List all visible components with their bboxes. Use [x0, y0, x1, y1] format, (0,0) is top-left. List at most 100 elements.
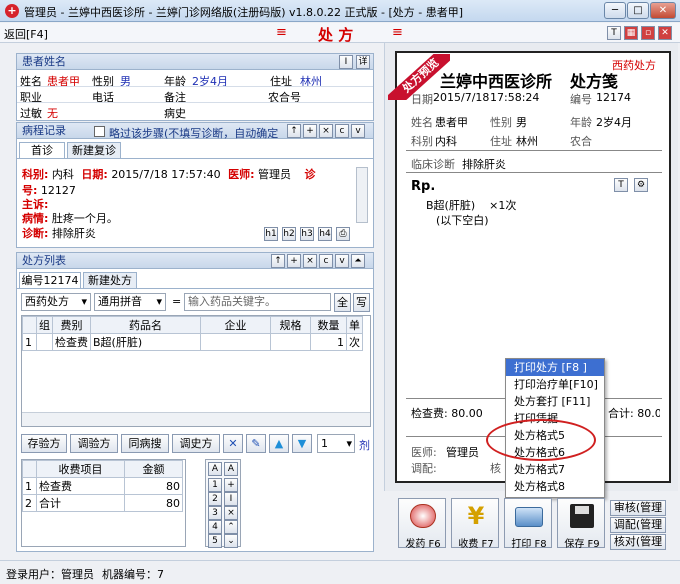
record-add-button[interactable]: +: [303, 124, 317, 138]
chevron-down-icon: ▾: [156, 295, 162, 308]
record-up-button[interactable]: ↑: [287, 124, 301, 138]
rx-header-label: 处方列表: [22, 254, 66, 267]
font-icon[interactable]: T: [607, 26, 621, 40]
chevron-down-icon: ▾: [81, 295, 87, 308]
table-row[interactable]: 2 合计 80: [22, 494, 183, 512]
save-button[interactable]: 保存 F9: [557, 498, 605, 550]
menu-print-rx[interactable]: 打印处方 [F8 ]: [506, 359, 604, 376]
col-group: 组: [36, 316, 53, 334]
menu-rx-overprint[interactable]: 处方套打 [F11]: [506, 393, 604, 410]
side-button-4[interactable]: 4: [208, 520, 222, 534]
page-title: 处 方: [318, 26, 354, 44]
move-up-icon[interactable]: ▲: [269, 434, 289, 453]
date-value: 2015/7/18 17:57:40: [111, 168, 221, 181]
side-plus-icon[interactable]: +: [224, 478, 238, 492]
drug-search-input[interactable]: 输入药品关键字。: [184, 293, 331, 311]
tab-new-revisit[interactable]: 新建复诊: [67, 142, 121, 158]
h1-icon[interactable]: h1: [264, 227, 278, 241]
edit-icon[interactable]: ✎: [246, 434, 266, 453]
side-bold-icon[interactable]: A: [208, 462, 222, 476]
all-button[interactable]: 全: [334, 293, 351, 312]
delete-icon[interactable]: ✕: [223, 434, 243, 453]
same-disease-button[interactable]: 同病搜: [121, 434, 169, 453]
cell-drug-name: B超(肝脏): [90, 333, 201, 351]
rx-copy-button[interactable]: c: [319, 254, 333, 268]
rx-grid-hscrollbar[interactable]: [22, 412, 370, 426]
grid-icon[interactable]: ▦: [624, 26, 638, 40]
record-delete-button[interactable]: ×: [319, 124, 333, 138]
preview-address: 林州: [516, 135, 538, 148]
side-italic-icon[interactable]: A: [224, 462, 238, 476]
skip-checkbox[interactable]: [94, 126, 105, 137]
rx-delete-button[interactable]: ×: [303, 254, 317, 268]
record-tab-divider: [17, 158, 373, 159]
menu-rx-format-7[interactable]: 处方格式7: [506, 461, 604, 478]
side-button-1[interactable]: 1: [208, 478, 222, 492]
rx-up-button[interactable]: ↑: [271, 254, 285, 268]
back-button[interactable]: 返回[F4]: [4, 26, 48, 42]
move-down-icon[interactable]: ▼: [292, 434, 312, 453]
side-close-icon[interactable]: ×: [224, 506, 238, 520]
preview-check-label: 核: [490, 462, 501, 475]
fee-cell-amount: 80: [124, 477, 183, 495]
save-template-button[interactable]: 存验方: [21, 434, 67, 453]
tab-first-visit[interactable]: 首诊: [19, 142, 65, 158]
review-button[interactable]: 审核(管理: [610, 500, 666, 516]
dispense-button[interactable]: 调配(管理: [610, 517, 666, 533]
title-deco-left: ≡: [276, 25, 287, 40]
side-up-icon[interactable]: ⌃: [224, 520, 238, 534]
preview-doctor: 管理员: [446, 446, 479, 459]
pinyin-select[interactable]: 通用拼音 ▾: [94, 293, 166, 311]
check-button[interactable]: 核对(管理: [610, 534, 666, 550]
load-template-button[interactable]: 调验方: [70, 434, 118, 453]
menu-print-treatment[interactable]: 打印治疗单[F10]: [506, 376, 604, 393]
rx-paste-button[interactable]: v: [335, 254, 349, 268]
charge-button[interactable]: ¥ 收费 F7: [451, 498, 499, 550]
illness-value: 肚疼一个月。: [51, 212, 118, 225]
history-rx-button[interactable]: 调史方: [172, 434, 220, 453]
minimize-button[interactable]: ─: [604, 2, 626, 19]
menu-rx-format-8[interactable]: 处方格式8: [506, 478, 604, 495]
toolbar: 返回[F4] ≡ 处 方 ≡ T ▦ ▫ ✕: [0, 23, 680, 44]
side-button-3[interactable]: 3: [208, 506, 222, 520]
send-drug-button[interactable]: 发药 F6: [398, 498, 446, 550]
fee-cell-index: 1: [22, 477, 37, 495]
tab-rx-12174[interactable]: 编号12174: [19, 272, 81, 288]
table-row[interactable]: 1 检查费 80: [22, 477, 183, 495]
dose-count-select[interactable]: 1 ▾: [317, 434, 355, 453]
write-button[interactable]: 写: [353, 293, 370, 312]
dose-unit-link[interactable]: 剂: [359, 437, 370, 453]
rx-add-button[interactable]: +: [287, 254, 301, 268]
h4-icon[interactable]: h4: [318, 227, 332, 241]
charge-label: 收费 F7: [458, 539, 494, 550]
allergy-value[interactable]: 无: [47, 105, 58, 121]
dept-value: 内科: [51, 168, 74, 181]
doctor-value: 管理员: [258, 168, 292, 181]
exit-icon[interactable]: ✕: [658, 26, 672, 40]
h3-icon[interactable]: h3: [300, 227, 314, 241]
record-copy-button[interactable]: c: [335, 124, 349, 138]
rx-type-select[interactable]: 西药处方 ▾: [21, 293, 91, 311]
tab-new-rx[interactable]: 新建处方: [83, 272, 137, 288]
patient-detail-button[interactable]: 详: [356, 55, 370, 69]
record-scrollbar[interactable]: [356, 167, 368, 223]
restore-icon[interactable]: ▫: [641, 26, 655, 40]
side-cursor-icon[interactable]: I: [224, 492, 238, 506]
maximize-button[interactable]: □: [627, 2, 649, 19]
close-button[interactable]: ✕: [650, 2, 676, 19]
record-paste-button[interactable]: v: [351, 124, 365, 138]
side-button-5[interactable]: 5: [208, 534, 222, 548]
rx-top-button[interactable]: ⏶: [351, 254, 365, 268]
preview-settings-icon[interactable]: ⚙: [634, 178, 648, 192]
patient-i-button[interactable]: I: [339, 55, 353, 69]
side-button-2[interactable]: 2: [208, 492, 222, 506]
side-down-icon[interactable]: ⌄: [224, 534, 238, 548]
print-record-icon[interactable]: ⎙: [336, 227, 350, 241]
print-button[interactable]: 打印 F8: [504, 498, 552, 550]
table-row[interactable]: 1 检查费 B超(肝脏) 1 次: [22, 333, 363, 351]
preview-font-icon[interactable]: T: [614, 178, 628, 192]
patient-panel-header: 患者姓名: [17, 54, 373, 70]
window-title: 管理员 - 兰婷中西医诊所 - 兰婷门诊网络版(注册码版) v1.8.0.22 …: [24, 6, 463, 19]
h2-icon[interactable]: h2: [282, 227, 296, 241]
send-drug-label: 发药 F6: [405, 539, 441, 550]
